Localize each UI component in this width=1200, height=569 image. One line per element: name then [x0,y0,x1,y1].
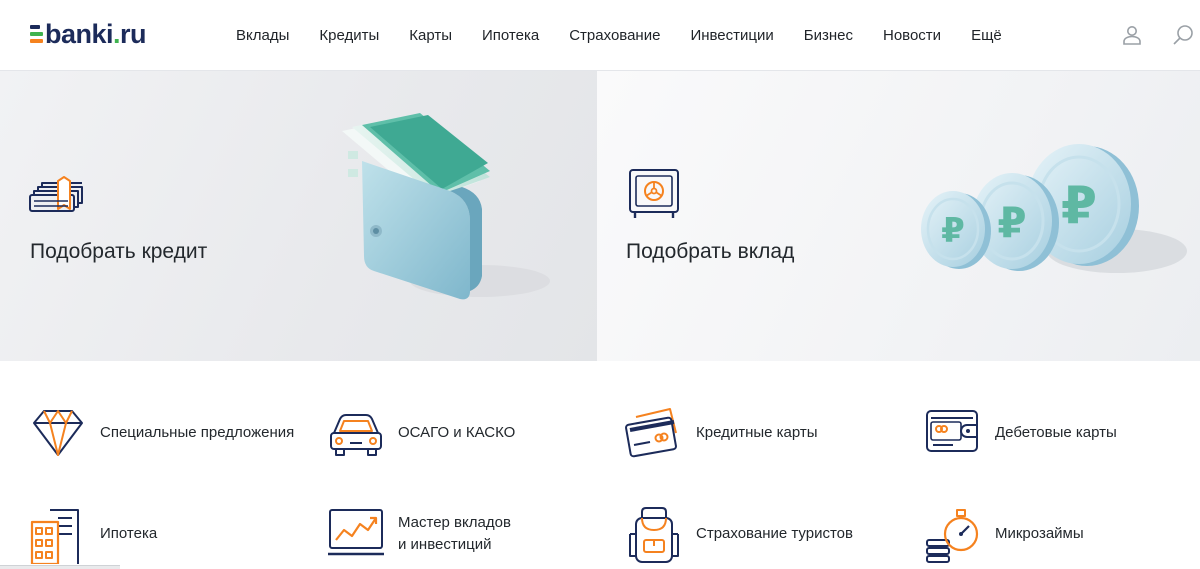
horizontal-scrollbar[interactable] [0,565,120,569]
svg-text:₽: ₽ [941,211,965,251]
backpack-icon [629,507,679,563]
credit-cards-icon [625,408,677,458]
product-label: Дебетовые карты [995,424,1117,441]
svg-text:₽: ₽ [997,198,1026,247]
nav-item-news[interactable]: Новости [883,27,941,44]
product-label: ОСАГО и КАСКО [398,424,516,441]
product-special-offers[interactable]: Специальные предложения [28,403,294,463]
wallet-card-icon [926,410,978,452]
wallet-illustration [330,111,550,311]
user-icon[interactable] [1120,23,1144,47]
nav-item-cards[interactable]: Карты [409,27,452,44]
hero-deposit-title: Подобрать вклад [626,240,795,263]
hero-credit-title: Подобрать кредит [30,240,208,263]
product-label: Специальные предложения [100,424,295,441]
product-osago-kasko[interactable]: ОСАГО и КАСКО [326,403,515,463]
product-mortgage[interactable]: Ипотека [28,504,157,564]
logo-mark-icon [30,22,44,46]
hero-deposit-card[interactable]: Подобрать вклад ₽ ₽ ₽ [597,71,1200,361]
product-debit-cards[interactable]: Дебетовые карты [923,403,1117,463]
nav-item-credits[interactable]: Кредиты [319,27,379,44]
product-deposit-master[interactable]: Мастер вкладов и инвестиций [326,504,511,564]
building-icon [30,509,79,564]
ruble-coins-illustration: ₽ ₽ ₽ [917,111,1187,291]
product-microloans[interactable]: Микрозаймы [923,504,1084,564]
nav-item-mortgage[interactable]: Ипотека [482,27,539,44]
banknotes-icon [28,175,86,215]
nav-item-deposits[interactable]: Вклады [236,27,289,44]
nav-item-more[interactable]: Ещё [971,27,1002,44]
product-label: Ипотека [100,525,158,542]
site-header: banki.ru Вклады Кредиты Карты Ипотека Ст… [0,0,1200,71]
search-icon[interactable] [1172,23,1196,47]
main-nav: Вклады Кредиты Карты Ипотека Страхование… [236,0,1002,70]
safe-icon [627,167,681,221]
product-label: Страхование туристов [696,525,853,542]
car-icon [330,414,382,456]
stopwatch-coins-icon [926,509,979,563]
logo-text: banki.ru [45,18,147,49]
product-label: Мастер вкладов и инвестиций [398,514,511,553]
product-tourist-insurance[interactable]: Страхование туристов [624,504,853,564]
hero-credit-card[interactable]: Подобрать кредит [0,71,597,361]
product-grid: Специальные предложения ОСАГО и КАСКО Кр… [0,361,1200,569]
product-credit-cards[interactable]: Кредитные карты [624,403,818,463]
banki-logo[interactable]: banki.ru [30,18,147,49]
svg-text:₽: ₽ [1061,176,1097,236]
product-label: Микрозаймы [995,525,1084,542]
nav-item-insurance[interactable]: Страхование [569,27,660,44]
nav-item-investments[interactable]: Инвестиции [690,27,773,44]
nav-item-business[interactable]: Бизнес [804,27,853,44]
growth-chart-icon [328,509,384,556]
product-label: Кредитные карты [696,424,818,441]
diamond-icon [33,410,83,456]
